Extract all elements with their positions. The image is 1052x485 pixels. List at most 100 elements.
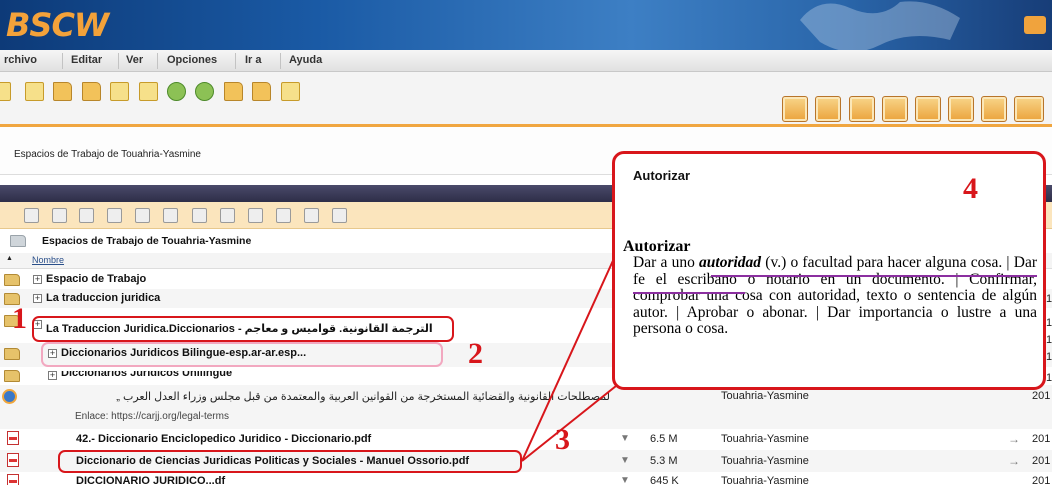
app-logo: BSCW: [6, 6, 109, 44]
chevron-down-icon[interactable]: ▼: [620, 475, 630, 485]
right-edge-value: 1: [1046, 334, 1052, 346]
new-tree-icon[interactable]: [224, 82, 243, 101]
toolbar: [0, 72, 1052, 144]
column-name-header[interactable]: Nombre: [32, 255, 64, 265]
annotation-box-1: [32, 316, 454, 342]
upload-document-icon[interactable]: [139, 82, 158, 101]
export-icon[interactable]: [304, 208, 319, 223]
folder-icon: [4, 274, 20, 286]
item-name[interactable]: لمصطلحات القانونية والقضائية المستخرجة م…: [75, 390, 610, 403]
annotation-number-1: 1: [12, 302, 27, 335]
menu-separator: [118, 53, 119, 69]
menu-opciones[interactable]: Opciones: [167, 54, 217, 66]
chevron-down-icon[interactable]: ▼: [620, 455, 630, 466]
item-name[interactable]: La traduccion juridica: [46, 292, 160, 304]
expand-icon[interactable]: +: [33, 294, 42, 303]
annotation-number-2: 2: [468, 337, 483, 370]
item-date: 201: [1032, 433, 1051, 445]
item-size: 6.5 M: [650, 433, 678, 445]
definition-text: Dar a uno: [633, 254, 700, 271]
menu-separator: [280, 53, 281, 69]
select-all-icon[interactable]: [24, 208, 39, 223]
menu-separator: [62, 53, 63, 69]
menu-ver[interactable]: Ver: [126, 54, 143, 66]
underline-mark: [711, 275, 1037, 277]
item-name[interactable]: 42.- Diccionario Enciclopedico Juridico …: [76, 433, 371, 445]
item-size: 645 K: [650, 475, 679, 485]
expand-icon[interactable]: [52, 208, 67, 223]
item-date: 201: [1032, 475, 1051, 485]
collapse-icon[interactable]: [79, 208, 94, 223]
move-document-icon[interactable]: [110, 82, 129, 101]
header-banner: BSCW: [0, 0, 1052, 50]
home-view-icon[interactable]: [815, 96, 841, 122]
arrow-right-icon[interactable]: →: [1008, 432, 1020, 446]
item-owner: Touahria-Yasmine: [721, 433, 809, 445]
popup-title: Autorizar: [633, 168, 691, 183]
workspace-folder-icon: [10, 235, 26, 247]
menu-ayuda[interactable]: Ayuda: [289, 54, 322, 66]
new-notes-icon[interactable]: [252, 82, 271, 101]
expand-icon[interactable]: +: [48, 371, 57, 380]
pdf-icon: [7, 453, 19, 467]
item-date: 201: [1032, 455, 1051, 467]
arrow-icon[interactable]: [0, 82, 11, 101]
copy-icon[interactable]: [192, 208, 207, 223]
item-name[interactable]: Diccionarios Juridicos Unilingue: [61, 371, 232, 379]
sort-icon[interactable]: ▲: [6, 255, 13, 262]
delete-icon[interactable]: [135, 208, 150, 223]
new-folder-add-icon[interactable]: [82, 82, 101, 101]
expand-icon[interactable]: +: [33, 275, 42, 284]
agenda-icon[interactable]: [981, 96, 1007, 122]
definition-emphasis: autoridad: [699, 254, 762, 271]
item-owner: Touahria-Yasmine: [721, 475, 809, 485]
link-url[interactable]: Enlace: https://carjj.org/legal-terms: [75, 411, 229, 422]
home-icon[interactable]: [1024, 16, 1046, 34]
right-edge-value: 1: [1046, 293, 1052, 305]
new-folder-icon[interactable]: [53, 82, 72, 101]
item-date: 201: [1032, 390, 1051, 402]
folder-icon: [4, 348, 20, 360]
address-book-icon[interactable]: [948, 96, 974, 122]
pdf-icon: [7, 431, 19, 445]
item-size: 5.3 M: [650, 455, 678, 467]
list-item[interactable]: 42.- Diccionario Enciclopedico Juridico …: [0, 429, 1052, 450]
item-name[interactable]: DICCIONARIO JURIDICO...df: [76, 475, 225, 485]
trash-icon[interactable]: [882, 96, 908, 122]
right-edge-value: 1: [1046, 351, 1052, 363]
list-item[interactable]: لمصطلحات القانونية والقضائية المستخرجة م…: [0, 385, 1052, 429]
notebook-icon[interactable]: [849, 96, 875, 122]
folder-icon: [4, 370, 20, 382]
bookmarks-icon[interactable]: [1014, 96, 1044, 122]
clipboard-icon[interactable]: [915, 96, 941, 122]
move-icon[interactable]: [163, 208, 178, 223]
print-icon[interactable]: [332, 208, 347, 223]
list-item[interactable]: DICCIONARIO JURIDICO...df ▼ 645 K Touahr…: [0, 472, 1052, 485]
menu-archivo[interactable]: rchivo: [4, 54, 37, 66]
web-link-icon: [2, 389, 17, 404]
menu-bar: rchivo Editar Ver Opciones Ir a Ayuda: [0, 50, 1052, 72]
definition-popup: Autorizar 4 Autorizar Dar a uno autorida…: [612, 151, 1046, 390]
archive-icon[interactable]: [248, 208, 263, 223]
menu-separator: [157, 53, 158, 69]
cut-icon[interactable]: [107, 208, 122, 223]
item-owner: Touahria-Yasmine: [721, 390, 809, 402]
pack-icon[interactable]: [276, 208, 291, 223]
menu-editar[interactable]: Editar: [71, 54, 102, 66]
new-document-icon[interactable]: [25, 82, 44, 101]
add-group-icon[interactable]: [195, 82, 214, 101]
popup-definition: Dar a uno autoridad (v.) o facultad para…: [633, 254, 1037, 338]
arrow-right-icon[interactable]: →: [1008, 454, 1020, 468]
menu-ir-a[interactable]: Ir a: [245, 54, 262, 66]
add-member-icon[interactable]: [167, 82, 186, 101]
underline-mark: [633, 292, 745, 294]
annotation-number-3: 3: [555, 423, 570, 456]
breadcrumb[interactable]: Espacios de Trabajo de Touahria-Yasmine: [14, 149, 201, 160]
annotation-box-2: [41, 342, 443, 367]
calendar-icon[interactable]: [782, 96, 808, 122]
right-edge-value: 1: [1046, 317, 1052, 329]
link-icon[interactable]: [220, 208, 235, 223]
item-name[interactable]: Espacio de Trabajo: [46, 273, 146, 285]
chevron-down-icon[interactable]: ▼: [620, 433, 630, 444]
new-checklist-icon[interactable]: [281, 82, 300, 101]
